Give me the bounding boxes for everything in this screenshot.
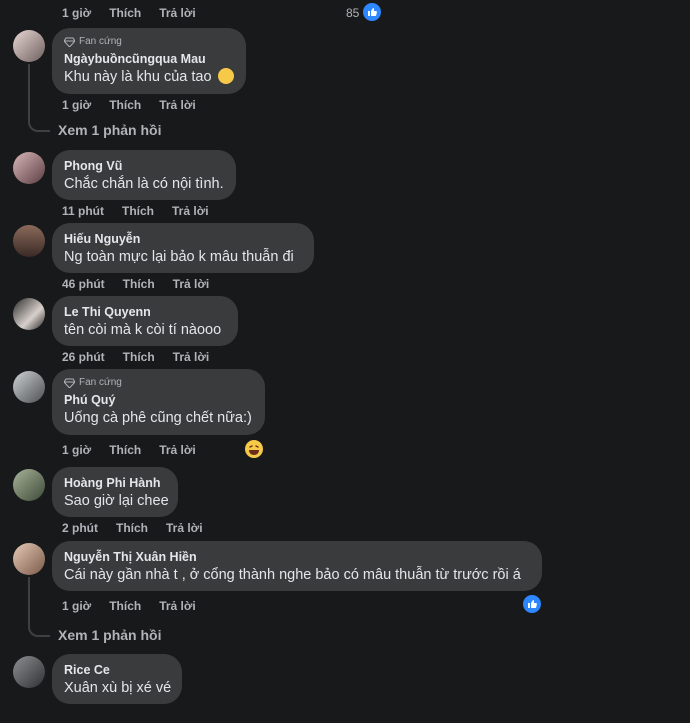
comment-bubble: Fan cứng Phú Quý Uống cà phê cũng chết n… — [52, 369, 265, 435]
badge-label: Fan cứng — [79, 377, 122, 388]
comment-actions: 2 phút Thích Trả lời — [62, 521, 221, 535]
laughing-reaction-icon[interactable] — [245, 440, 263, 458]
comment-time[interactable]: 1 giờ — [62, 98, 91, 112]
comment-author[interactable]: Le Thi Quyenn — [64, 304, 226, 320]
diamond-icon — [64, 37, 75, 47]
reply-button[interactable]: Trả lời — [173, 277, 210, 291]
reaction-count[interactable]: 85 — [346, 6, 359, 20]
comment-author[interactable]: Hiếu Nguyễn — [64, 231, 302, 247]
comment-time[interactable]: 1 giờ — [62, 443, 91, 457]
smile-emoji-icon — [217, 68, 234, 84]
comment-body: Khu này là khu của tao — [64, 69, 212, 85]
comment-actions: 1 giờ Thích Trả lời — [62, 98, 214, 112]
comment-body: Xuân xù bị xé vé — [64, 680, 172, 696]
like-button[interactable]: Thích — [122, 204, 154, 218]
comment-body: tên còi mà k còi tí nàooo — [64, 322, 222, 338]
like-button[interactable]: Thích — [109, 6, 141, 20]
comment-bubble: Le Thi Quyenn tên còi mà k còi tí nàooo — [52, 296, 238, 346]
comment-actions-top: 1 giờ Thích Trả lời — [62, 6, 214, 20]
view-replies-link[interactable]: Xem 1 phản hồi — [58, 122, 161, 138]
reply-button[interactable]: Trả lời — [159, 98, 196, 112]
comment-bubble: Fan cứng Ngàybuồncũngqua Mau Khu này là … — [52, 28, 246, 94]
comment-bubble: Hoàng Phi Hành Sao giờ lại chee — [52, 467, 178, 517]
like-button[interactable]: Thích — [109, 98, 141, 112]
like-reaction-icon[interactable] — [362, 2, 382, 22]
comment-actions: 1 giờ Thích Trả lời — [62, 443, 214, 457]
comment-time[interactable]: 26 phút — [62, 350, 105, 364]
comment-actions: 1 giờ Thích Trả lời — [62, 599, 214, 613]
avatar[interactable] — [13, 543, 45, 575]
like-button[interactable]: Thích — [123, 350, 155, 364]
fan-badge: Fan cứng — [64, 376, 253, 390]
comment-time[interactable]: 1 giờ — [62, 599, 91, 613]
comment-author[interactable]: Phong Vũ — [64, 158, 224, 174]
comment-body: Uống cà phê cũng chết nữa:) — [64, 410, 252, 426]
fan-badge: Fan cứng — [64, 35, 234, 49]
avatar[interactable] — [13, 298, 45, 330]
like-button[interactable]: Thích — [123, 277, 155, 291]
comment-body: Sao giờ lại chee — [64, 493, 169, 509]
comment-body: Ng toàn mực lại bảo k mâu thuẫn đi — [64, 249, 294, 265]
like-reaction-icon[interactable] — [522, 594, 542, 614]
comment-body: Chắc chắn là có nội tình. — [64, 176, 224, 192]
comment-text: Khu này là khu của tao — [64, 67, 234, 87]
comment-actions: 11 phút Thích Trả lời — [62, 204, 227, 218]
reply-thread-line — [28, 64, 50, 132]
comment-author[interactable]: Nguyễn Thị Xuân Hiền — [64, 549, 530, 565]
comment-bubble: Hiếu Nguyễn Ng toàn mực lại bảo k mâu th… — [52, 223, 314, 273]
comment-bubble: Phong Vũ Chắc chắn là có nội tình. — [52, 150, 236, 200]
view-replies-link[interactable]: Xem 1 phản hồi — [58, 627, 161, 643]
comment-body: Cái này gần nhà t , ở cổng thành nghe bả… — [64, 567, 521, 583]
reply-button[interactable]: Trả lời — [172, 204, 209, 218]
avatar[interactable] — [13, 371, 45, 403]
reply-button[interactable]: Trả lời — [159, 6, 196, 20]
avatar[interactable] — [13, 656, 45, 688]
avatar[interactable] — [13, 30, 45, 62]
like-button[interactable]: Thích — [109, 443, 141, 457]
comment-bubble: Nguyễn Thị Xuân Hiền Cái này gần nhà t ,… — [52, 541, 542, 591]
reply-thread-line — [28, 577, 50, 637]
comment-time[interactable]: 1 giờ — [62, 6, 91, 20]
comment-actions: 26 phút Thích Trả lời — [62, 350, 227, 364]
like-button[interactable]: Thích — [109, 599, 141, 613]
comment-bubble: Rice Ce Xuân xù bị xé vé — [52, 654, 182, 704]
comment-actions: 46 phút Thích Trả lời — [62, 277, 227, 291]
comment-time[interactable]: 2 phút — [62, 521, 98, 535]
comment-author[interactable]: Phú Quý — [64, 392, 253, 408]
avatar[interactable] — [13, 225, 45, 257]
comment-author[interactable]: Hoàng Phi Hành — [64, 475, 166, 491]
comment-time[interactable]: 11 phút — [62, 204, 104, 218]
reply-button[interactable]: Trả lời — [173, 350, 210, 364]
badge-label: Fan cứng — [79, 36, 122, 47]
reply-button[interactable]: Trả lời — [166, 521, 203, 535]
comment-author[interactable]: Ngàybuồncũngqua Mau — [64, 51, 234, 67]
like-button[interactable]: Thích — [116, 521, 148, 535]
reply-button[interactable]: Trả lời — [159, 443, 196, 457]
comment-author[interactable]: Rice Ce — [64, 662, 170, 678]
avatar[interactable] — [13, 469, 45, 501]
avatar[interactable] — [13, 152, 45, 184]
diamond-icon — [64, 378, 75, 388]
reply-button[interactable]: Trả lời — [159, 599, 196, 613]
comment-time[interactable]: 46 phút — [62, 277, 105, 291]
